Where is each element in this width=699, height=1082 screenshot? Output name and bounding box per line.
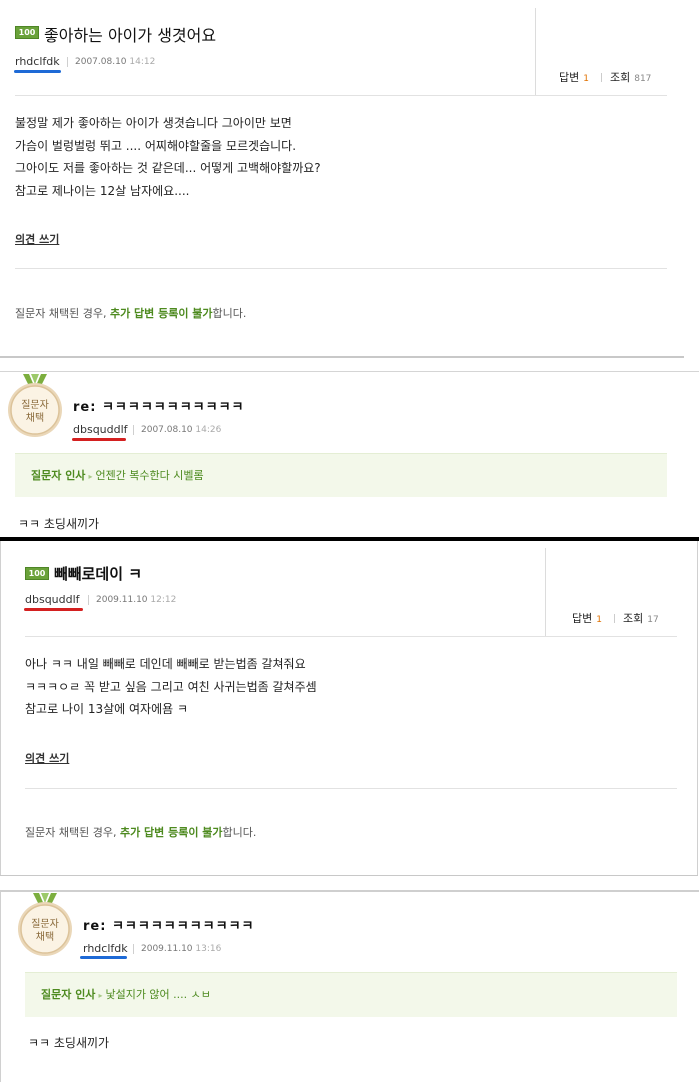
- question-stats: 답변 1 조회 17: [572, 610, 659, 626]
- body-line: 참고로 나이 13살에 여자에욤 ㅋ: [25, 702, 189, 716]
- views-label: 조회: [609, 71, 631, 84]
- question-body: 불정말 제가 좋아하는 아이가 생겻습니다 그아이만 보면 가슴이 벌렁벌렁 뛰…: [15, 112, 321, 202]
- greeting-label: 질문자 인사: [31, 469, 86, 482]
- answers-label: 답변: [559, 71, 580, 84]
- write-opinion-link[interactable]: 의견 쓰기: [25, 750, 69, 766]
- separator: [133, 425, 134, 435]
- date-value: 2007.08.10: [75, 57, 127, 67]
- author-underline-mark: [80, 956, 127, 959]
- question-body: 아나 ㅋㅋ 내일 빼빼로 데인데 빼빼로 받는법좀 갈쳐줘요 ㅋㅋㅋㅇㄹ 꼭 받…: [25, 653, 317, 721]
- body-line: 참고로 제나이는 12살 남자에요....: [15, 183, 190, 198]
- question-title: 좋아하는 아이가 생겻어요: [44, 26, 217, 45]
- divider: [535, 8, 536, 96]
- panel-left-border: [0, 541, 1, 875]
- answers-count: 1: [596, 615, 602, 625]
- point-badge: 100: [25, 567, 49, 580]
- answers-label: 답변: [572, 612, 593, 625]
- time-value: 14:12: [129, 57, 156, 67]
- reply-body: ㅋㅋ 초딩새끼가: [18, 517, 100, 531]
- answers-count: 1: [583, 74, 589, 84]
- medal-label: 질문자: [31, 918, 59, 930]
- adopted-medal-icon: 질문자 채택: [18, 893, 72, 956]
- divider: [15, 268, 667, 269]
- point-badge: 100: [15, 26, 39, 39]
- date-value: 2007.08.10: [141, 425, 193, 435]
- notice-suffix: 합니다.: [222, 826, 257, 839]
- notice-prefix: 질문자 채택된 경우,: [15, 307, 107, 320]
- panel-right-border: [697, 541, 698, 875]
- reply-title: re: ㅋㅋㅋㅋㅋㅋㅋㅋㅋㅋㅋ: [83, 919, 255, 934]
- greeting-message: 언젠간 복수한다 시벨롬: [95, 469, 204, 482]
- question-stats: 답변 1 조회 817: [559, 69, 651, 85]
- time-value: 12:12: [150, 595, 177, 605]
- date-value: 2009.11.10: [96, 595, 148, 605]
- reply-date: 2009.11.10 13:16: [141, 944, 221, 954]
- question-author[interactable]: rhdclfdk: [15, 55, 60, 68]
- reply-title: re: ㅋㅋㅋㅋㅋㅋㅋㅋㅋㅋㅋ: [73, 400, 245, 415]
- body-line: 그아이도 저를 좋아하는 것 같은데... 어떻게 고백해야할까요?: [15, 161, 321, 175]
- medal-label: 질문자: [21, 399, 49, 411]
- question-title: 빼빼로데이 ㅋ: [54, 565, 143, 583]
- reply-body: ㅋㅋ 초딩새끼가: [28, 1036, 110, 1050]
- question-author[interactable]: dbsquddlf: [25, 593, 80, 606]
- author-underline-mark: [24, 608, 83, 611]
- panel-top-border: [0, 890, 699, 892]
- adoption-notice: 질문자 채택된 경우, 추가 답변 등록이 불가합니다.: [25, 824, 256, 840]
- divider: [15, 95, 667, 96]
- body-line: ㅋㅋㅋㅇㄹ 꼭 받고 싶음 그리고 여친 사귀는법좀 갈쳐주셈: [25, 679, 317, 694]
- image-separator: [0, 537, 699, 541]
- panel-left-border: [0, 892, 1, 1082]
- panel-bottom-border: [0, 356, 684, 358]
- reply-author[interactable]: rhdclfdk: [83, 942, 128, 955]
- panel-top-border: [0, 371, 699, 372]
- adopted-medal-icon: 질문자 채택: [8, 374, 62, 437]
- medal-label: 채택: [36, 931, 54, 943]
- author-underline-mark: [14, 70, 61, 73]
- body-line: 불정말 제가 좋아하는 아이가 생겻습니다 그아이만 보면: [15, 116, 292, 130]
- separator: [67, 57, 68, 67]
- notice-emphasis: 추가 답변 등록이 불가: [119, 826, 223, 839]
- date-value: 2009.11.10: [141, 944, 193, 954]
- panel-bottom-border: [0, 875, 698, 876]
- time-value: 14:26: [195, 425, 222, 435]
- question-date: 2009.11.10 12:12: [96, 595, 176, 605]
- reply-author[interactable]: dbsquddlf: [73, 423, 128, 436]
- notice-prefix: 질문자 채택된 경우,: [25, 826, 117, 839]
- greeting-label: 질문자 인사: [41, 988, 96, 1001]
- body-line: 가슴이 벌렁벌렁 뛰고 .... 어찌해야할줄을 모르겟습니다.: [15, 138, 297, 153]
- views-count: 17: [647, 615, 659, 625]
- separator: [88, 595, 89, 605]
- medal-label: 채택: [26, 412, 44, 424]
- notice-emphasis: 추가 답변 등록이 불가: [109, 307, 213, 320]
- questioner-greeting: 질문자 인사 ▸ 언젠간 복수한다 시벨롬: [31, 469, 204, 482]
- write-opinion-link[interactable]: 의견 쓰기: [15, 231, 59, 247]
- author-underline-mark: [72, 438, 126, 441]
- time-value: 13:16: [195, 944, 222, 954]
- divider: [25, 788, 677, 789]
- separator: [133, 944, 134, 954]
- views-label: 조회: [622, 612, 644, 625]
- question-date: 2007.08.10 14:12: [75, 57, 155, 67]
- reply-date: 2007.08.10 14:26: [141, 425, 221, 435]
- divider: [545, 548, 546, 636]
- body-line: 아나 ㅋㅋ 내일 빼빼로 데인데 빼빼로 받는법좀 갈쳐줘요: [25, 657, 306, 671]
- notice-suffix: 합니다.: [212, 307, 247, 320]
- divider: [25, 636, 677, 637]
- adoption-notice: 질문자 채택된 경우, 추가 답변 등록이 불가합니다.: [15, 305, 246, 321]
- questioner-greeting: 질문자 인사 ▸ 낯설지가 않어 .... ㅅㅂ: [41, 988, 211, 1001]
- views-count: 817: [634, 74, 652, 84]
- greeting-message: 낯설지가 않어 .... ㅅㅂ: [105, 988, 211, 1001]
